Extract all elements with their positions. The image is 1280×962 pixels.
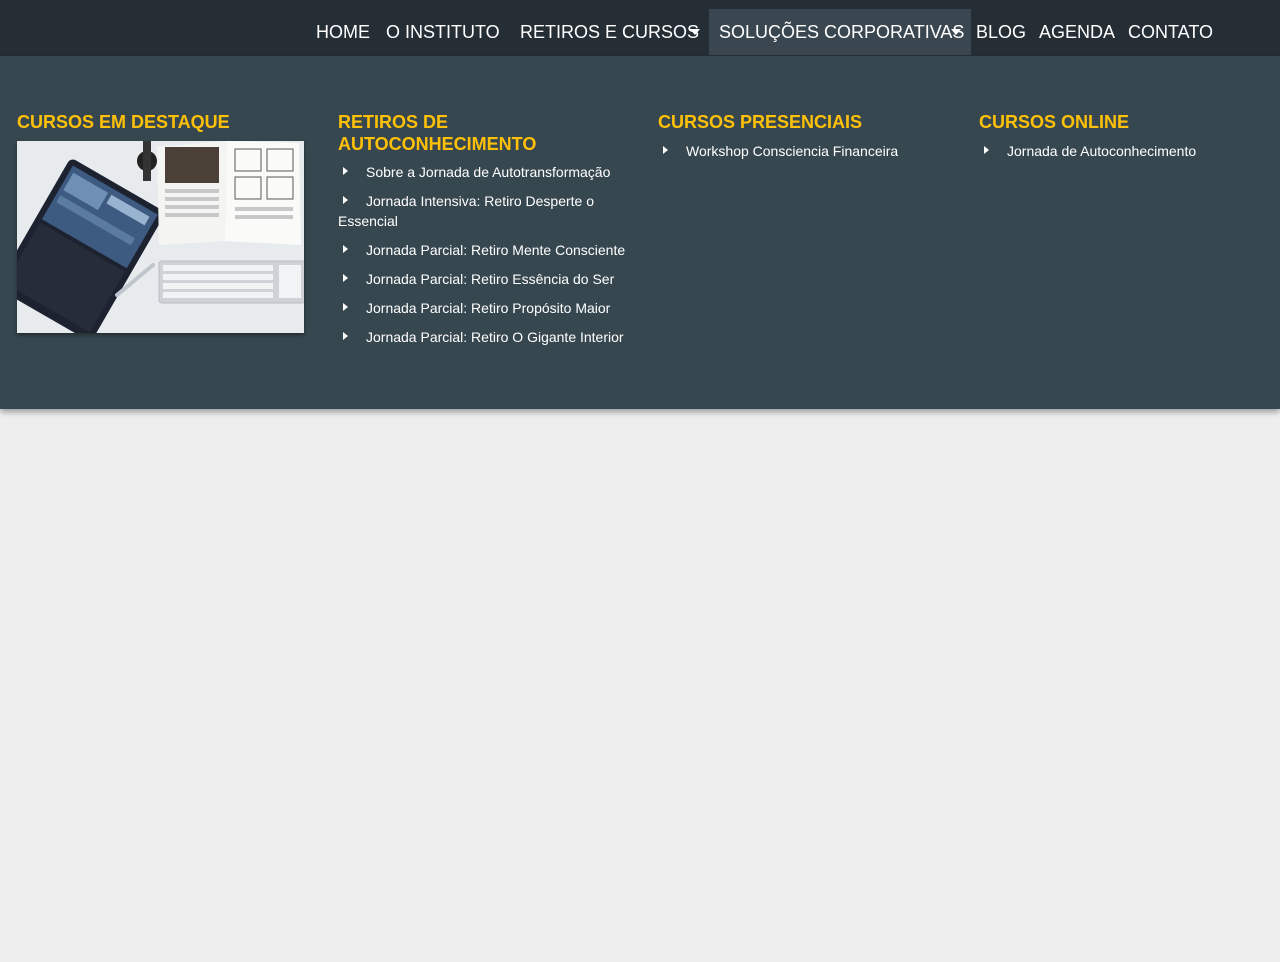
caret-right-icon (343, 167, 348, 175)
col-title-retiros-line1: RETIROS DE (338, 111, 536, 133)
menu-link-label: Jornada Parcial: Retiro O Gigante Interi… (366, 329, 624, 345)
caret-right-icon (343, 332, 348, 340)
nav-retiros-label: RETIROS E CURSOS (520, 9, 699, 55)
menu-link-label: Sobre a Jornada de Autotransformação (366, 164, 610, 180)
list-item: Jornada Parcial: Retiro Essência do Ser (338, 269, 628, 289)
col-title-retiros-line2: AUTOCONHECIMENTO (338, 133, 536, 155)
online-list: Jornada de Autoconhecimento (979, 141, 1269, 161)
list-item: Jornada de Autoconhecimento (979, 141, 1269, 161)
nav-home[interactable]: HOME (316, 9, 368, 55)
nav-agenda-label: AGENDA (1039, 9, 1115, 55)
menu-link-workshop-financeira[interactable]: Workshop Consciencia Financeira (658, 141, 958, 161)
nav-instituto-label: O INSTITUTO (386, 9, 500, 55)
menu-link-retiro-essencia[interactable]: Jornada Parcial: Retiro Essência do Ser (338, 269, 628, 289)
list-item: Jornada Parcial: Retiro Propósito Maior (338, 298, 628, 318)
col-title-presenciais: CURSOS PRESENCIAIS (658, 111, 862, 133)
menu-link-label: Jornada de Autoconhecimento (1007, 143, 1196, 159)
caret-right-icon (984, 146, 989, 154)
caret-right-icon (343, 196, 348, 204)
presenciais-list: Workshop Consciencia Financeira (658, 141, 958, 161)
page-body (0, 409, 1280, 962)
list-item: Jornada Intensiva: Retiro Desperte o Ess… (338, 191, 628, 231)
caret-right-icon (343, 245, 348, 253)
col-title-destaque: CURSOS EM DESTAQUE (17, 111, 230, 133)
nav-blog[interactable]: BLOG (976, 9, 1022, 55)
nav-agenda[interactable]: AGENDA (1039, 9, 1111, 55)
nav-solucoes-corporativas[interactable]: SOLUÇÕES CORPORATIVAS (709, 9, 971, 55)
menu-link-label: Jornada Parcial: Retiro Mente Consciente (366, 242, 625, 258)
nav-retiros-e-cursos[interactable]: RETIROS E CURSOS (520, 9, 702, 55)
mega-menu-dropdown: CURSOS EM DESTAQUE (0, 56, 1280, 409)
menu-link-retiro-desperte[interactable]: Jornada Intensiva: Retiro Desperte o Ess… (338, 191, 628, 231)
workspace-photo-icon (17, 141, 304, 333)
menu-link-retiro-proposito[interactable]: Jornada Parcial: Retiro Propósito Maior (338, 298, 628, 318)
list-item: Jornada Parcial: Retiro Mente Consciente (338, 240, 628, 260)
menu-link-label: Jornada Parcial: Retiro Essência do Ser (366, 271, 614, 287)
caret-down-icon (690, 29, 700, 35)
col-title-retiros: RETIROS DE AUTOCONHECIMENTO (338, 111, 536, 155)
col-title-online: CURSOS ONLINE (979, 111, 1129, 133)
menu-link-jornada-autoconhecimento[interactable]: Jornada de Autoconhecimento (979, 141, 1269, 161)
top-navbar: HOME O INSTITUTO RETIROS E CURSOS SOLUÇÕ… (0, 0, 1280, 56)
nav-solucoes-label: SOLUÇÕES CORPORATIVAS (719, 9, 964, 55)
nav-instituto[interactable]: O INSTITUTO (386, 9, 494, 55)
menu-link-label: Jornada Parcial: Retiro Propósito Maior (366, 300, 610, 316)
menu-link-retiro-mente[interactable]: Jornada Parcial: Retiro Mente Consciente (338, 240, 628, 260)
list-item: Jornada Parcial: Retiro O Gigante Interi… (338, 327, 628, 347)
menu-link-retiro-gigante[interactable]: Jornada Parcial: Retiro O Gigante Interi… (338, 327, 628, 347)
menu-link-label: Jornada Intensiva: Retiro Desperte o Ess… (338, 193, 594, 229)
list-item: Workshop Consciencia Financeira (658, 141, 958, 161)
menu-link-label: Workshop Consciencia Financeira (686, 143, 898, 159)
nav-contato-label: CONTATO (1128, 9, 1213, 55)
caret-right-icon (663, 146, 668, 154)
caret-right-icon (343, 303, 348, 311)
nav-contato[interactable]: CONTATO (1128, 9, 1210, 55)
featured-course-image[interactable] (17, 141, 304, 333)
menu-link-sobre-jornada[interactable]: Sobre a Jornada de Autotransformação (338, 162, 628, 182)
nav-home-label: HOME (316, 9, 370, 55)
list-item: Sobre a Jornada de Autotransformação (338, 162, 628, 182)
caret-right-icon (343, 274, 348, 282)
caret-down-icon (951, 29, 961, 35)
nav-blog-label: BLOG (976, 9, 1026, 55)
retiros-list: Sobre a Jornada de Autotransformação Jor… (338, 162, 628, 347)
